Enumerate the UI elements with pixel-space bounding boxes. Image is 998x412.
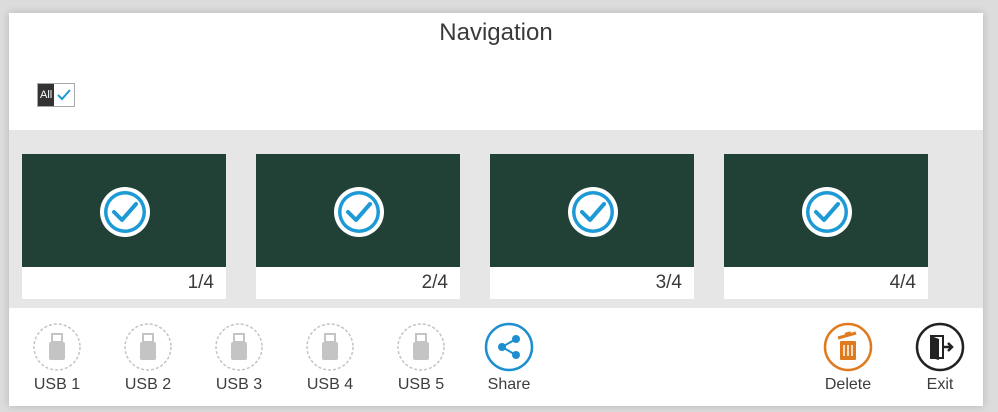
- usb-1-button[interactable]: USB 1: [22, 322, 92, 394]
- usb-drive-icon: [397, 323, 445, 371]
- usb-3-button[interactable]: USB 3: [204, 322, 274, 394]
- thumbnail-image: [724, 154, 928, 267]
- usb-5-button[interactable]: USB 5: [386, 322, 456, 394]
- usb-drive-icon: [124, 323, 172, 371]
- exit-label: Exit: [926, 376, 954, 393]
- trash-icon: [823, 322, 873, 372]
- share-icon: [484, 322, 534, 372]
- page-thumbnail-2[interactable]: 2/4: [256, 154, 460, 299]
- thumbnail-page-label: 2/4: [256, 267, 460, 299]
- select-all-checkbox[interactable]: All: [37, 83, 76, 107]
- exit-button[interactable]: Exit: [905, 322, 975, 394]
- dialog-title: Navigation: [439, 19, 553, 46]
- page-thumbnail-1[interactable]: 1/4: [22, 154, 226, 299]
- usb-4-label: USB 4: [306, 376, 354, 393]
- thumbnail-strip: 1/4 2/4 3/4 4/4: [9, 130, 983, 308]
- thumbnail-image: [256, 154, 460, 267]
- navigation-dialog: Navigation All 1/4 2/4 3/4 4/4 USB 1 USB…: [9, 13, 983, 406]
- thumbnail-page-label: 1/4: [22, 267, 226, 299]
- checkmark-icon: [54, 84, 74, 106]
- thumbnail-page-label: 4/4: [724, 267, 928, 299]
- page-thumbnail-3[interactable]: 3/4: [490, 154, 694, 299]
- usb-drive-icon: [306, 323, 354, 371]
- usb-4-button[interactable]: USB 4: [295, 322, 365, 394]
- usb-1-label: USB 1: [33, 376, 81, 393]
- usb-2-label: USB 2: [124, 376, 172, 393]
- select-all-label: All: [38, 84, 55, 106]
- usb-drive-icon: [215, 323, 263, 371]
- thumbnail-image: [490, 154, 694, 267]
- thumbnail-image: [22, 154, 226, 267]
- delete-button[interactable]: Delete: [813, 322, 883, 394]
- usb-5-label: USB 5: [397, 376, 445, 393]
- thumbnail-page-label: 3/4: [490, 267, 694, 299]
- usb-2-button[interactable]: USB 2: [113, 322, 183, 394]
- share-label: Share: [487, 376, 531, 393]
- bottom-toolbar: USB 1 USB 2 USB 3 USB 4 USB 5 Share Dele…: [9, 308, 983, 406]
- selected-check-icon: [334, 187, 384, 237]
- exit-door-icon: [915, 322, 965, 372]
- selected-check-icon: [568, 187, 618, 237]
- delete-label: Delete: [824, 376, 872, 393]
- share-button[interactable]: Share: [474, 322, 544, 394]
- selected-check-icon: [100, 187, 150, 237]
- selected-check-icon: [802, 187, 852, 237]
- usb-drive-icon: [33, 323, 81, 371]
- page-thumbnail-4[interactable]: 4/4: [724, 154, 928, 299]
- usb-3-label: USB 3: [215, 376, 263, 393]
